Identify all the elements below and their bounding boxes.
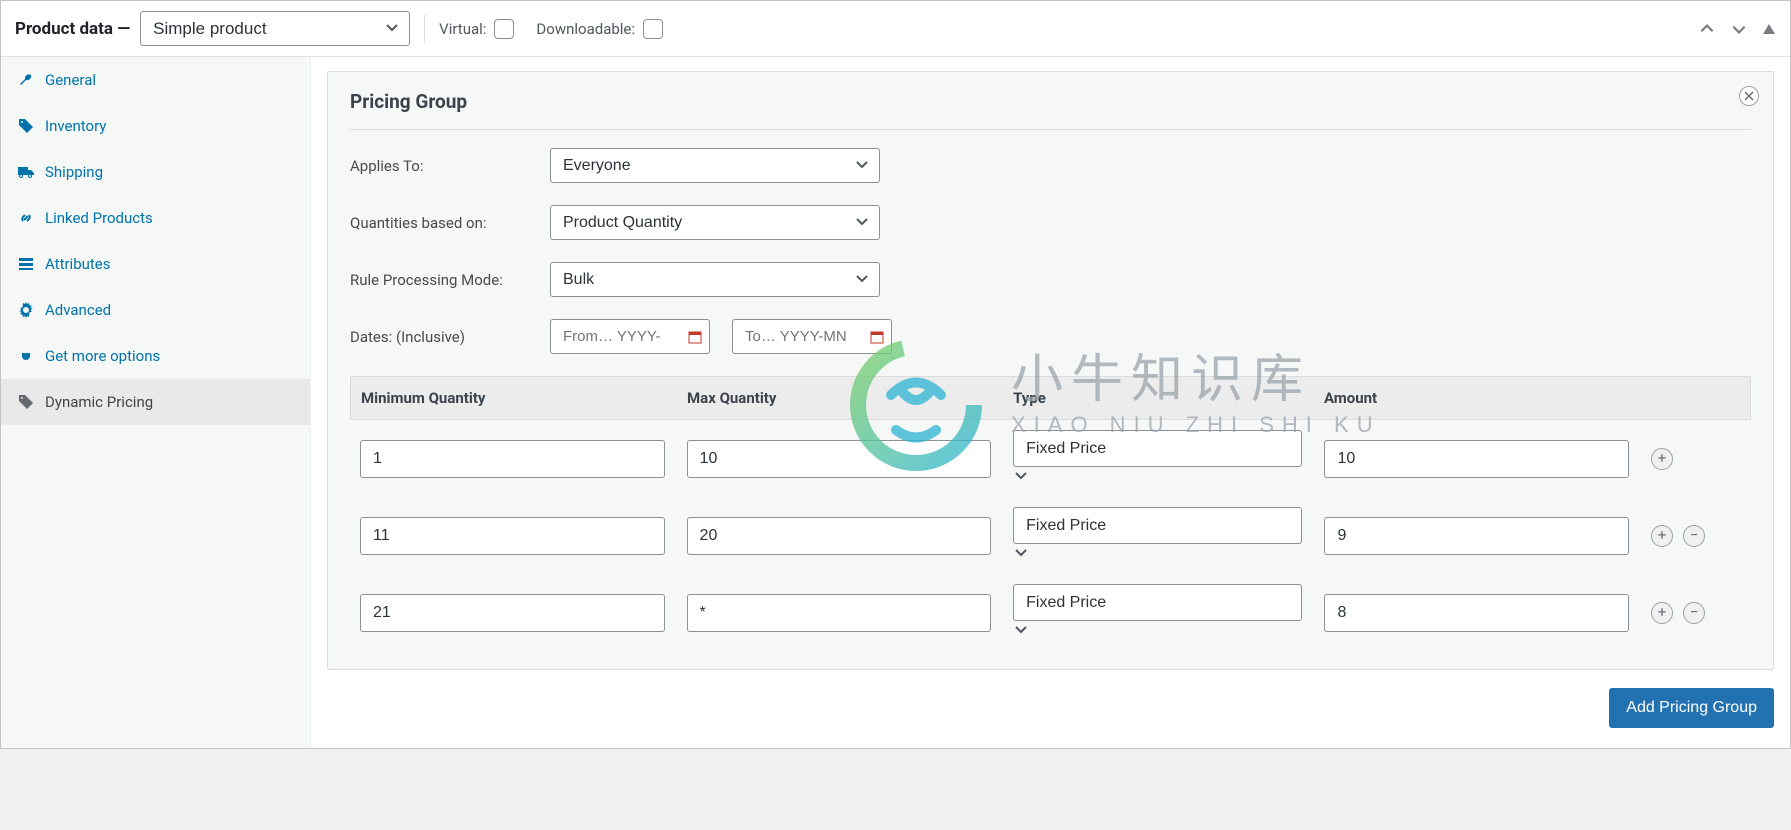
min-qty-input[interactable]	[360, 594, 665, 632]
amount-input[interactable]	[1324, 440, 1629, 478]
min-qty-input[interactable]	[360, 440, 665, 478]
col-amount: Amount	[1324, 389, 1628, 407]
calendar-icon	[688, 330, 702, 344]
quantities-based-on-select[interactable]: Product Quantity	[550, 205, 880, 240]
table-header: Minimum Quantity Max Quantity Type Amoun…	[350, 376, 1751, 420]
downloadable-label: Downloadable:	[536, 20, 635, 38]
dates-label: Dates: (Inclusive)	[350, 328, 550, 346]
add-row-button[interactable]: +	[1651, 448, 1673, 470]
amount-input[interactable]	[1324, 517, 1629, 555]
sidebar-item-label: Advanced	[45, 301, 111, 319]
table-row: Fixed Price +	[350, 420, 1751, 497]
date-from-input[interactable]	[550, 319, 710, 354]
sidebar-item-general[interactable]: General	[1, 57, 310, 103]
applies-to-select[interactable]: Everyone	[550, 148, 880, 183]
sidebar-item-label: Linked Products	[45, 209, 153, 227]
gear-icon	[17, 301, 35, 319]
sidebar-item-inventory[interactable]: Inventory	[1, 103, 310, 149]
panel-header: Product data — Simple product Virtual: D…	[1, 1, 1790, 57]
tag-icon	[17, 117, 35, 135]
date-to-input[interactable]	[732, 319, 892, 354]
product-type-select[interactable]: Simple product	[140, 11, 410, 46]
type-select[interactable]: Fixed Price	[1013, 430, 1302, 467]
sidebar-item-label: Get more options	[45, 347, 160, 365]
sidebar-item-linked-products[interactable]: Linked Products	[1, 195, 310, 241]
col-type: Type	[1013, 389, 1302, 407]
panel-body: General Inventory Shipping Linked Produc…	[1, 57, 1790, 748]
wrench-icon	[17, 71, 35, 89]
col-min-qty: Minimum Quantity	[361, 389, 665, 407]
panel-title: Product data —	[15, 19, 130, 39]
pricing-rules-table: Minimum Quantity Max Quantity Type Amoun…	[350, 376, 1751, 651]
virtual-group: Virtual:	[439, 19, 514, 39]
add-row-button[interactable]: +	[1651, 602, 1673, 624]
product-data-panel: Product data — Simple product Virtual: D…	[0, 0, 1791, 749]
max-qty-input[interactable]	[687, 517, 992, 555]
add-pricing-group-button[interactable]: Add Pricing Group	[1609, 688, 1774, 728]
remove-row-button[interactable]: −	[1683, 602, 1705, 624]
applies-to-label: Applies To:	[350, 157, 550, 175]
remove-row-button[interactable]: −	[1683, 525, 1705, 547]
sidebar-item-dynamic-pricing[interactable]: Dynamic Pricing	[1, 379, 310, 425]
dates-row: Dates: (Inclusive)	[350, 319, 1751, 354]
sidebar-item-label: Inventory	[45, 117, 106, 135]
remove-group-button[interactable]	[1739, 86, 1759, 106]
rule-processing-mode-row: Rule Processing Mode: Bulk	[350, 262, 1751, 297]
move-down-icon[interactable]	[1730, 20, 1748, 38]
product-type-wrap: Simple product	[140, 11, 410, 46]
add-row-button[interactable]: +	[1651, 525, 1673, 547]
sidebar-item-attributes[interactable]: Attributes	[1, 241, 310, 287]
table-row: Fixed Price + −	[350, 497, 1751, 574]
table-row: Fixed Price + −	[350, 574, 1751, 651]
header-controls	[1698, 20, 1776, 38]
downloadable-checkbox[interactable]	[643, 19, 663, 39]
col-max-qty: Max Quantity	[687, 389, 991, 407]
chevron-down-icon	[1013, 469, 1029, 487]
type-select[interactable]: Fixed Price	[1013, 507, 1302, 544]
amount-input[interactable]	[1324, 594, 1629, 632]
applies-to-row: Applies To: Everyone	[350, 148, 1751, 183]
virtual-label: Virtual:	[439, 20, 486, 38]
sidebar-item-get-more-options[interactable]: Get more options	[1, 333, 310, 379]
sidebar-item-label: Shipping	[45, 163, 103, 181]
link-icon	[17, 209, 35, 227]
sidebar-item-shipping[interactable]: Shipping	[1, 149, 310, 195]
downloadable-group: Downloadable:	[536, 19, 663, 39]
chevron-down-icon	[1013, 546, 1029, 564]
move-up-icon[interactable]	[1698, 20, 1716, 38]
plug-icon	[17, 347, 35, 365]
pricing-group-box: Pricing Group Applies To: Everyone Quant…	[327, 71, 1774, 670]
min-qty-input[interactable]	[360, 517, 665, 555]
pricing-group-title: Pricing Group	[350, 90, 1751, 130]
rule-processing-mode-select[interactable]: Bulk	[550, 262, 880, 297]
price-tag-icon	[17, 393, 35, 411]
truck-icon	[17, 163, 35, 181]
rule-processing-mode-label: Rule Processing Mode:	[350, 271, 550, 289]
sidebar-item-label: Attributes	[45, 255, 111, 273]
calendar-icon	[870, 330, 884, 344]
add-group-wrap: Add Pricing Group	[327, 688, 1774, 728]
main-content: 小牛知识库 XIAO NIU ZHI SHI KU Pricing Group …	[311, 57, 1790, 748]
quantities-based-on-label: Quantities based on:	[350, 214, 550, 232]
type-select[interactable]: Fixed Price	[1013, 584, 1302, 621]
sidebar-item-advanced[interactable]: Advanced	[1, 287, 310, 333]
collapse-icon[interactable]	[1762, 22, 1776, 36]
list-icon	[17, 255, 35, 273]
quantities-based-on-row: Quantities based on: Product Quantity	[350, 205, 1751, 240]
chevron-down-icon	[1013, 623, 1029, 641]
max-qty-input[interactable]	[687, 440, 992, 478]
sidebar-item-label: General	[45, 71, 96, 89]
product-data-sidebar: General Inventory Shipping Linked Produc…	[1, 57, 311, 748]
divider	[424, 15, 425, 43]
sidebar-item-label: Dynamic Pricing	[45, 393, 153, 411]
max-qty-input[interactable]	[687, 594, 992, 632]
virtual-checkbox[interactable]	[494, 19, 514, 39]
